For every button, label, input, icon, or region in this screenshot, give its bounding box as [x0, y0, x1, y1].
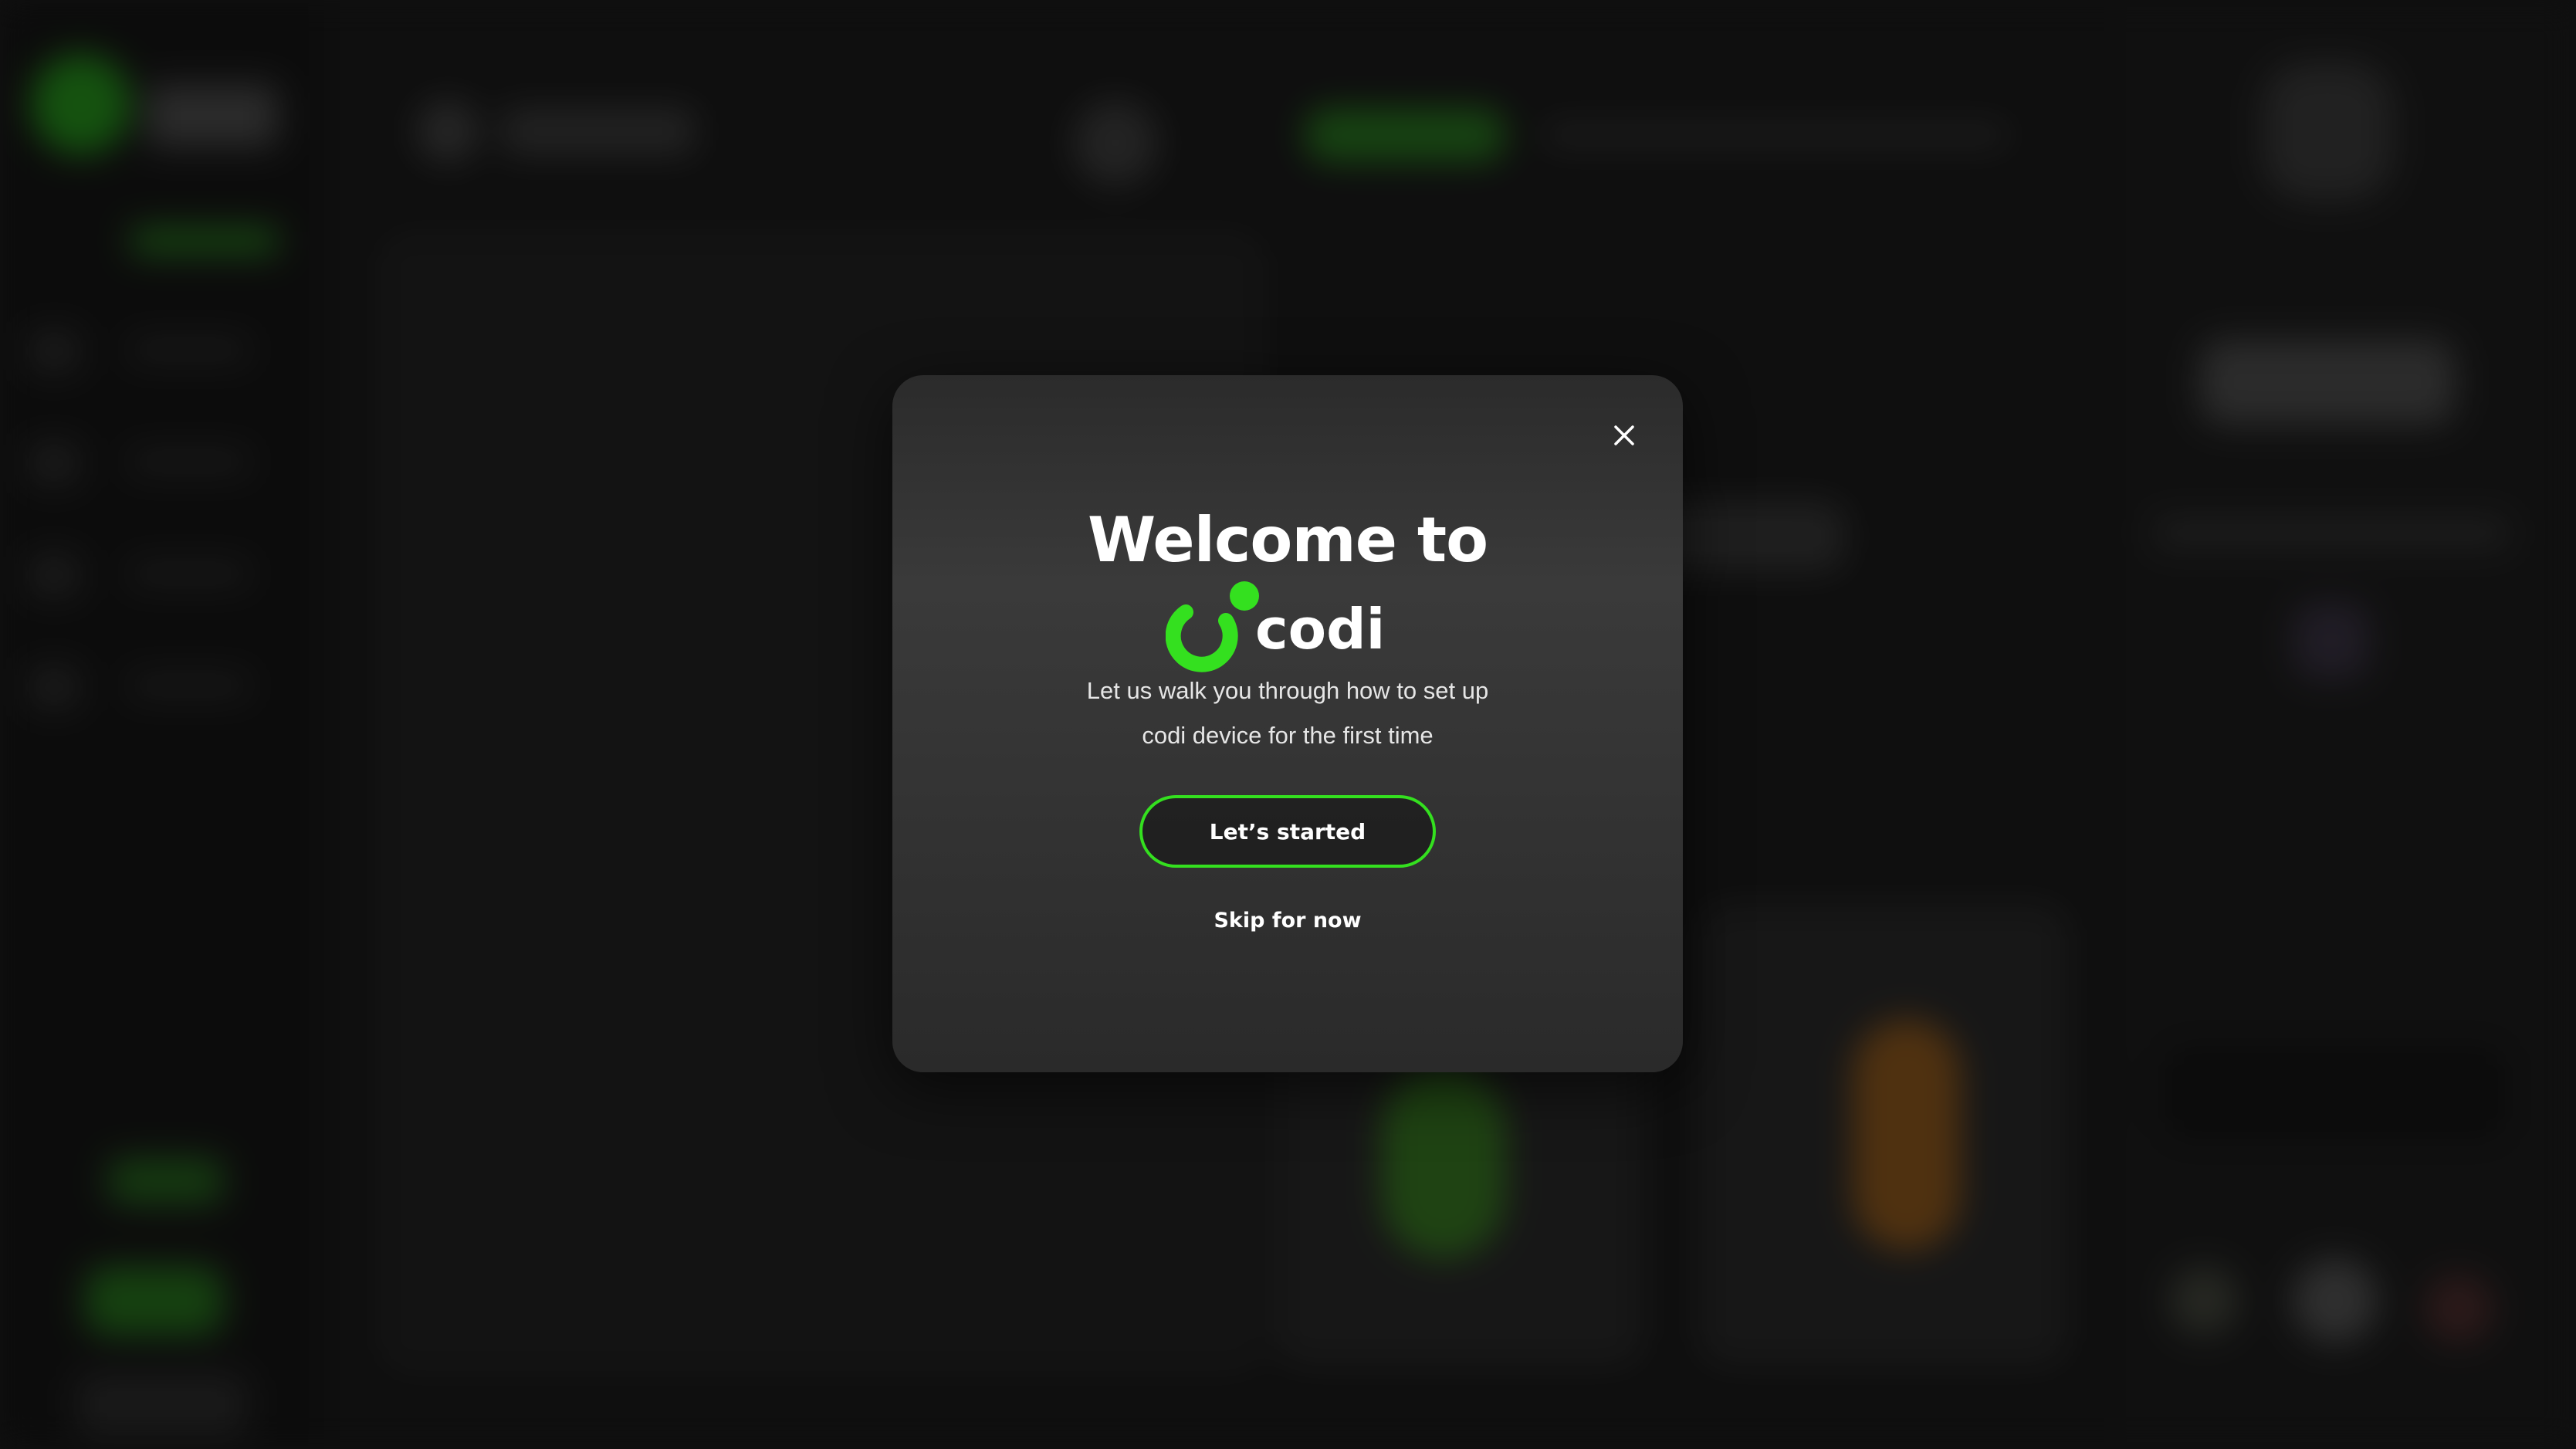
modal-subtitle: Let us walk you through how to set up co…	[892, 669, 1683, 758]
brand-name: codi	[1255, 597, 1386, 662]
subtitle-line: Let us walk you through how to set up	[1086, 677, 1489, 704]
modal-title: Welcome to	[1087, 504, 1488, 576]
subtitle-line: codi device for the first time	[1142, 722, 1434, 749]
codi-logo-icon	[1166, 581, 1259, 672]
brand-logo: codi	[1166, 581, 1413, 673]
skip-link[interactable]: Skip for now	[1201, 902, 1374, 939]
close-icon	[1614, 425, 1634, 445]
get-started-button[interactable]: Let’s started	[1139, 795, 1436, 868]
close-button[interactable]	[1603, 414, 1646, 457]
